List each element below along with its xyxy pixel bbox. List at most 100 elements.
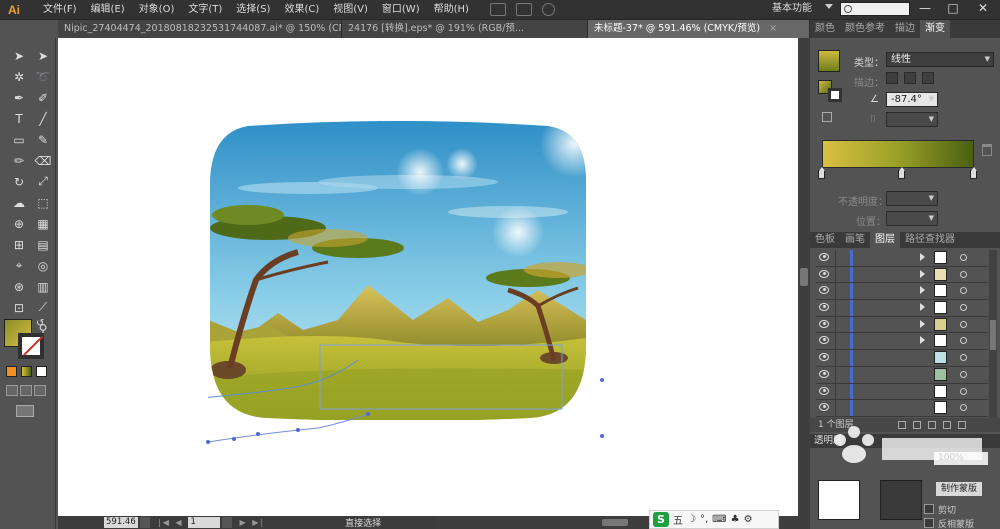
color-mode-button[interactable] [6,366,17,377]
none-mode-button[interactable] [36,366,47,377]
layer-row[interactable] [816,350,988,367]
stroke-swatch[interactable] [18,333,44,359]
visibility-eye-icon[interactable] [819,403,829,412]
target-circle-icon[interactable] [960,254,967,261]
gradient-preview[interactable] [818,50,840,72]
punctuation-icon[interactable]: °, [700,514,708,525]
layer-row[interactable] [816,366,988,384]
transparency-mask-thumbnail[interactable] [880,480,922,520]
layer-row[interactable] [816,300,988,317]
blend-tool-icon[interactable]: ◎ [32,256,54,275]
column-graph-tool-icon[interactable]: ▥ [32,277,54,296]
lasso-tool-icon[interactable]: ➰ [32,67,54,86]
lock-column[interactable] [835,366,836,383]
target-circle-icon[interactable] [960,304,967,312]
warp-tool-icon[interactable]: ☁ [8,193,30,212]
mesh-tool-icon[interactable]: ⊞ [8,235,30,254]
pencil-tool-icon[interactable]: ✏ [8,151,30,170]
eyedropper-tool-icon[interactable]: ⌖ [8,256,30,275]
angle-field[interactable]: -87.4° [886,92,938,107]
bridge-icon[interactable] [489,3,506,16]
menu-window[interactable]: 窗口(W) [375,0,427,20]
rectangle-tool-icon[interactable]: ▭ [8,130,30,149]
selection-tool-icon[interactable]: ➤ [8,46,30,65]
visibility-eye-icon[interactable] [819,353,829,362]
target-circle-icon[interactable] [960,404,967,412]
visibility-eye-icon[interactable] [819,253,829,261]
workspace-switcher[interactable]: 基本功能 [772,0,812,18]
artboard-nav-next[interactable]: ▶ ▶| [240,518,266,527]
swap-fill-stroke-icon[interactable]: ↺ [36,318,44,329]
vertical-scrollbar[interactable] [798,38,810,516]
lock-column[interactable] [835,316,836,333]
layers-scrollbar[interactable] [989,250,997,418]
tab-layers[interactable]: 图层 [870,232,900,248]
gradient-type-select[interactable]: 线性 [886,52,994,67]
lock-column[interactable] [835,283,836,300]
menu-file[interactable]: 文件(F) [36,0,84,20]
menu-edit[interactable]: 编辑(E) [84,0,132,20]
gradient-stop[interactable] [818,167,825,179]
visibility-eye-icon[interactable] [819,269,829,278]
tab-document-3[interactable]: 未标题-37* @ 591.46% (CMYK/预览) × [588,20,810,38]
minimize-button[interactable]: — [912,0,938,16]
invert-mask-checkbox[interactable]: 反相蒙版 [924,517,974,529]
settings-icon[interactable]: ⚙ [744,514,753,525]
layer-row[interactable] [816,316,988,334]
ime-logo[interactable]: S [653,512,669,527]
tab-brushes[interactable]: 画笔 [840,232,870,248]
expand-triangle-icon[interactable] [920,319,925,328]
visibility-eye-icon[interactable] [819,286,829,295]
reverse-gradient-icon[interactable] [822,112,832,122]
keyboard-icon[interactable]: ⌨ [712,514,726,525]
gradient-stop[interactable] [970,167,977,179]
menu-object[interactable]: 对象(O) [132,0,182,20]
canvas[interactable] [58,38,798,516]
expand-triangle-icon[interactable] [920,303,925,312]
tab-color[interactable]: 颜色 [810,20,840,38]
search-input[interactable] [840,2,910,16]
tab-stroke[interactable]: 描边 [890,20,920,38]
expand-triangle-icon[interactable] [920,286,925,295]
lock-column[interactable] [835,333,836,350]
curvature-tool-icon[interactable]: ✐ [32,88,54,107]
layer-row[interactable] [816,250,988,267]
perspective-grid-tool-icon[interactable]: ▦ [32,214,54,233]
expand-triangle-icon[interactable] [920,253,925,261]
gradient-mode-button[interactable] [21,366,32,377]
target-circle-icon[interactable] [960,287,967,295]
opacity-field[interactable] [886,191,938,206]
visibility-eye-icon[interactable] [819,369,829,378]
scroll-thumb[interactable] [800,268,808,286]
eraser-tool-icon[interactable]: ⌫ [32,151,54,170]
ime-mode[interactable]: 五 [673,512,683,527]
paintbrush-tool-icon[interactable]: ✎ [32,130,54,149]
lock-column[interactable] [835,266,836,283]
stroke-option-1[interactable] [886,72,898,84]
free-transform-tool-icon[interactable]: ⬚ [32,193,54,212]
lock-column[interactable] [835,383,836,400]
sync-icon[interactable] [541,3,555,16]
expand-triangle-icon[interactable] [920,269,925,278]
rotate-tool-icon[interactable]: ↻ [8,172,30,191]
artboard-tool-icon[interactable]: ⊡ [8,298,30,317]
shape-builder-tool-icon[interactable]: ⊕ [8,214,30,233]
maximize-button[interactable]: □ [940,0,966,16]
trash-icon[interactable] [982,144,992,156]
zoom-dropdown[interactable] [140,517,150,528]
selection-path[interactable] [198,368,618,448]
stroke-preview[interactable] [828,88,842,102]
close-button[interactable]: ✕ [970,0,996,16]
menu-select[interactable]: 选择(S) [229,0,277,20]
slice-tool-icon[interactable]: ⟋ [32,298,54,317]
visibility-eye-icon[interactable] [819,336,829,345]
gradient-tool-icon[interactable]: ▤ [32,235,54,254]
position-field[interactable] [886,211,938,226]
menu-type[interactable]: 文字(T) [181,0,229,20]
skin-icon[interactable]: ♣ [731,514,740,525]
clip-checkbox[interactable]: 剪切 [924,503,956,516]
target-circle-icon[interactable] [960,320,967,328]
lock-column[interactable] [835,300,836,316]
lock-column[interactable] [835,250,836,266]
visibility-eye-icon[interactable] [819,319,829,328]
